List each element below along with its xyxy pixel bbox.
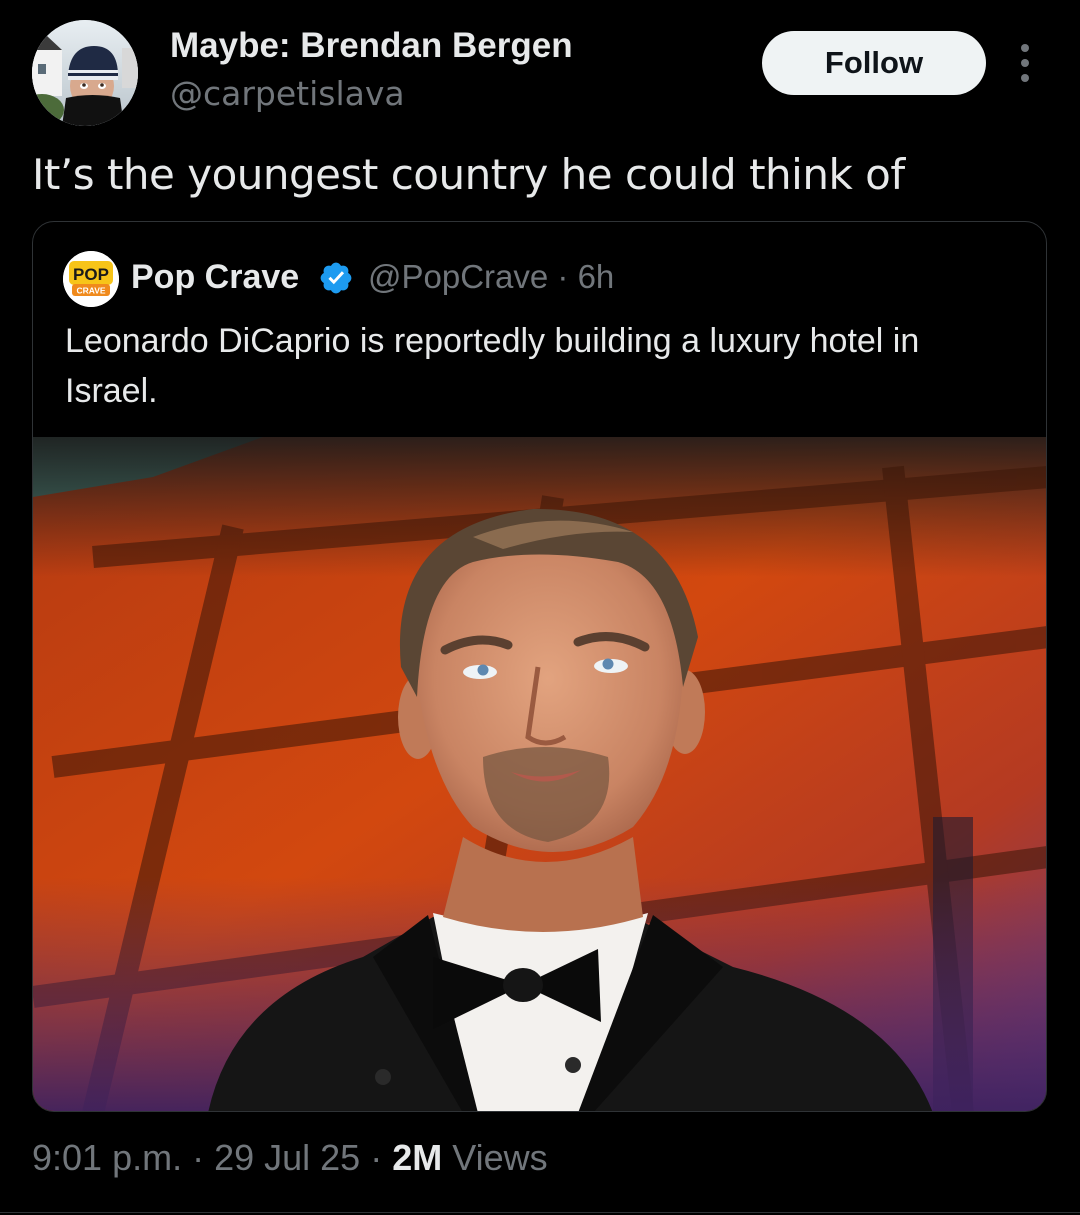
popcrave-logo-top: POP	[73, 265, 109, 284]
author-avatar[interactable]	[32, 20, 138, 126]
quoted-tweet-card[interactable]: POP CRAVE Pop Crave @PopCrave · 6h Leona…	[32, 221, 1047, 1112]
quoted-tweet-text: Leonardo DiCaprio is reportedly building…	[65, 322, 920, 410]
views-count[interactable]: 2M	[392, 1137, 442, 1178]
avatar-photo	[32, 20, 138, 126]
popcrave-logo-icon: POP CRAVE	[63, 251, 119, 307]
quoted-handle-time[interactable]: @PopCrave · 6h	[368, 258, 614, 296]
tweet-text: It’s the youngest country he could think…	[32, 150, 905, 199]
author-handle[interactable]: @carpetislava	[170, 74, 405, 113]
meta-separator: ·	[360, 1137, 393, 1178]
photo-image	[33, 437, 1046, 1111]
bottom-divider	[0, 1212, 1080, 1213]
tweet-date[interactable]: 29 Jul 25	[214, 1137, 360, 1178]
quoted-display-name[interactable]: Pop Crave	[131, 258, 299, 297]
quoted-tweet-photo[interactable]	[33, 437, 1046, 1111]
tweet-time[interactable]: 9:01 p.m.	[32, 1137, 182, 1178]
tweet-meta: 9:01 p.m. · 29 Jul 25 · 2M Views	[32, 1137, 548, 1179]
views-label: Views	[442, 1137, 548, 1178]
meta-separator: ·	[182, 1137, 215, 1178]
popcrave-logo-bottom: CRAVE	[76, 286, 105, 296]
follow-button[interactable]: Follow	[762, 31, 986, 95]
more-options-icon[interactable]	[1010, 38, 1040, 88]
author-display-name[interactable]: Maybe: Brendan Bergen	[170, 26, 573, 66]
popcrave-avatar: POP CRAVE	[63, 251, 119, 307]
verified-badge-icon	[318, 260, 354, 296]
